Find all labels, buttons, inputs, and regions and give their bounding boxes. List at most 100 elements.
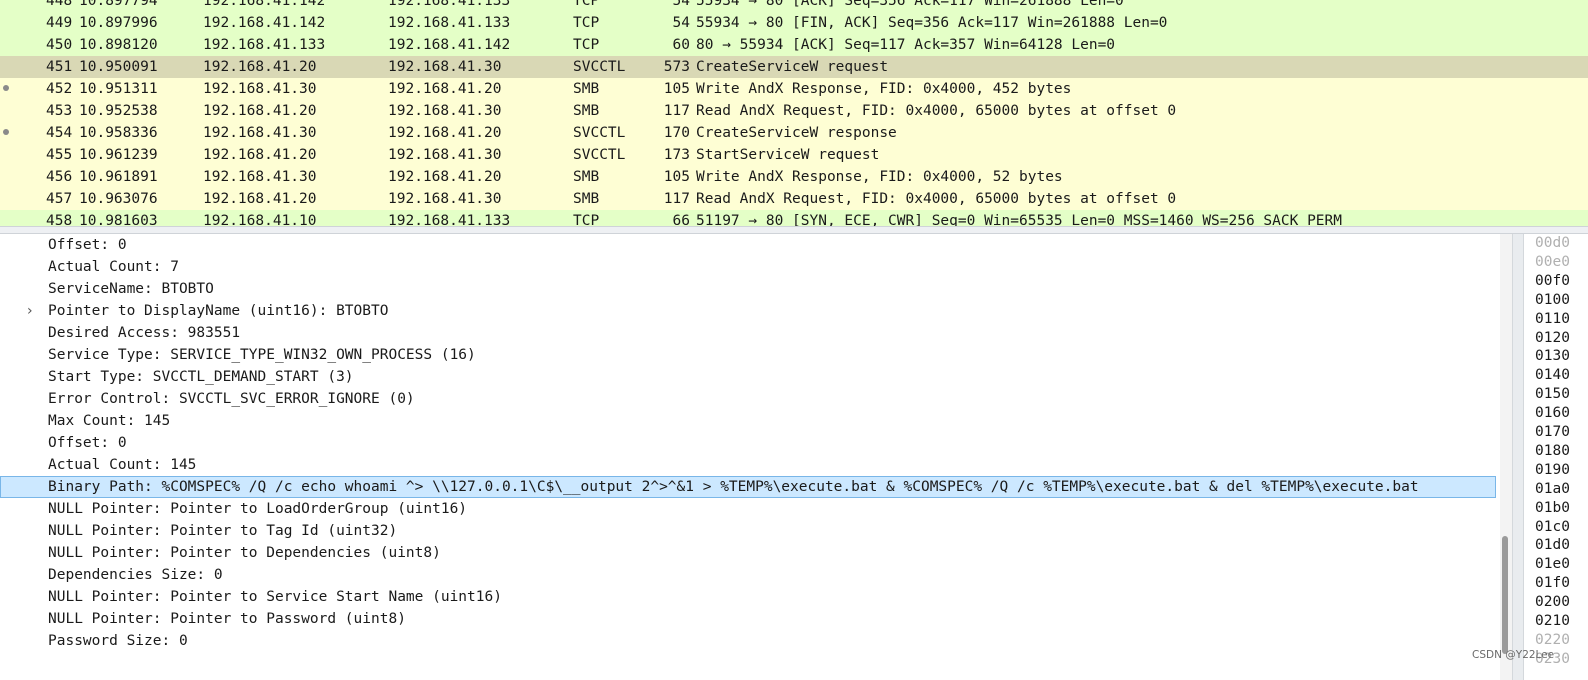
packet-source: 192.168.41.20 — [203, 59, 317, 75]
packet-length: 573 — [663, 59, 690, 75]
detail-field-text: NULL Pointer: Pointer to LoadOrderGroup … — [48, 501, 468, 517]
packet-row[interactable]: 451 10.950091 192.168.41.20 192.168.41.30 SV… — [0, 56, 1588, 78]
packet-destination: 192.168.41.133 — [388, 15, 511, 31]
detail-row[interactable]: Offset: 0 — [0, 234, 1496, 256]
expand-arrow-icon[interactable]: › — [27, 300, 33, 322]
packet-source: 192.168.41.142 — [203, 0, 326, 9]
packet-row[interactable]: 453 10.952538 192.168.41.20 192.168.41.30 SM… — [0, 100, 1588, 122]
packet-length: 105 — [663, 169, 690, 185]
packet-destination: 192.168.41.142 — [388, 37, 511, 53]
packet-protocol: SMB — [573, 169, 600, 185]
packet-row[interactable]: 448 10.897794 192.168.41.142 192.168.41.133… — [0, 0, 1588, 12]
packet-info: CreateServiceW response — [696, 125, 897, 141]
detail-field-text: Desired Access: 983551 — [48, 325, 241, 341]
detail-row[interactable]: NULL Pointer: Pointer to Tag Id (uint32) — [0, 520, 1496, 542]
detail-row[interactable]: Error Control: SVCCTL_SVC_ERROR_IGNORE (… — [0, 388, 1496, 410]
packet-row[interactable]: 458 10.981603 192.168.41.10 192.168.41.133 T… — [0, 210, 1588, 226]
packet-length: 117 — [663, 191, 690, 207]
packet-destination: 192.168.41.20 — [388, 81, 502, 97]
detail-field-text: Offset: 0 — [48, 435, 127, 451]
packet-protocol: TCP — [573, 37, 600, 53]
detail-row[interactable]: ServiceName: BTOBTO — [0, 278, 1496, 300]
packet-row[interactable]: 455 10.961239 192.168.41.20 192.168.41.30 SV… — [0, 144, 1588, 166]
packet-length: 54 — [672, 0, 690, 9]
detail-row[interactable]: NULL Pointer: Pointer to Service Start N… — [0, 586, 1496, 608]
packet-row[interactable]: 457 10.963076 192.168.41.20 192.168.41.30 SM… — [0, 188, 1588, 210]
packet-protocol: TCP — [573, 213, 600, 226]
detail-row[interactable]: Actual Count: 7 — [0, 256, 1496, 278]
packet-time: 10.963076 — [79, 191, 158, 207]
packet-row[interactable]: 450 10.898120 192.168.41.133 192.168.41.142… — [0, 34, 1588, 56]
packet-list[interactable]: 448 10.897794 192.168.41.142 192.168.41.133… — [0, 0, 1588, 226]
detail-field-text: NULL Pointer: Pointer to Service Start N… — [48, 589, 502, 605]
detail-field-text: Service Type: SERVICE_TYPE_WIN32_OWN_PRO… — [48, 347, 476, 363]
packet-protocol: SVCCTL — [573, 125, 626, 141]
packet-info: Write AndX Response, FID: 0x4000, 452 by… — [696, 81, 1072, 97]
packet-bytes-pane[interactable]: 00d0 00e0 00f0 0100 0110 0120 0130 0140 0150 0160… — [1524, 234, 1588, 680]
packet-number: 449 — [46, 15, 73, 31]
packet-time: 10.951311 — [79, 81, 158, 97]
pane-splitter[interactable] — [0, 226, 1588, 234]
related-packet-marker — [3, 129, 9, 135]
packet-protocol: SMB — [573, 103, 600, 119]
detail-field-text: Actual Count: 7 — [48, 259, 179, 275]
detail-field-text: Binary Path: %COMSPEC% /Q /c echo whoami… — [48, 479, 1419, 495]
packet-destination: 192.168.41.30 — [388, 103, 502, 119]
packet-source: 192.168.41.20 — [203, 147, 317, 163]
detail-field-text: Dependencies Size: 0 — [48, 567, 223, 583]
packet-info: Read AndX Request, FID: 0x4000, 65000 by… — [696, 191, 1177, 207]
detail-field-text: Error Control: SVCCTL_SVC_ERROR_IGNORE (… — [48, 391, 415, 407]
detail-field-text: NULL Pointer: Pointer to Password (uint8… — [48, 611, 406, 627]
packet-source: 192.168.41.142 — [203, 15, 326, 31]
packet-info: 51197 → 80 [SYN, ECE, CWR] Seq=0 Win=655… — [696, 213, 1343, 226]
packet-info: Write AndX Response, FID: 0x4000, 52 byt… — [696, 169, 1063, 185]
packet-number: 453 — [46, 103, 73, 119]
packet-protocol: TCP — [573, 0, 600, 9]
packet-info: 55934 → 80 [FIN, ACK] Seq=356 Ack=117 Wi… — [696, 15, 1168, 31]
packet-info: 80 → 55934 [ACK] Seq=117 Ack=357 Win=641… — [696, 37, 1116, 53]
packet-info: Read AndX Request, FID: 0x4000, 65000 by… — [696, 103, 1177, 119]
packet-details-tree[interactable]: Offset: 0 Actual Count: 7 ServiceName: BTO… — [0, 234, 1500, 680]
details-scrollbar-thumb[interactable] — [1502, 536, 1508, 654]
packet-number: 452 — [46, 81, 73, 97]
detail-row[interactable]: Start Type: SVCCTL_DEMAND_START (3) — [0, 366, 1496, 388]
packet-length: 105 — [663, 81, 690, 97]
detail-row[interactable]: Max Count: 145 — [0, 410, 1496, 432]
detail-row[interactable]: Actual Count: 145 — [0, 454, 1496, 476]
packet-length: 60 — [672, 37, 690, 53]
packet-row[interactable]: 452 10.951311 192.168.41.30 192.168.41.20 SM… — [0, 78, 1588, 100]
packet-length: 66 — [672, 213, 690, 226]
packet-time: 10.898120 — [79, 37, 158, 53]
detail-row[interactable]: NULL Pointer: Pointer to Password (uint8… — [0, 608, 1496, 630]
detail-row[interactable]: › Pointer to DisplayName (uint16): BTOBTO — [0, 300, 1496, 322]
details-scrollbar[interactable] — [1500, 234, 1512, 680]
packet-row[interactable]: 454 10.958336 192.168.41.30 192.168.41.20 SV… — [0, 122, 1588, 144]
packet-number: 455 — [46, 147, 73, 163]
packet-protocol: TCP — [573, 15, 600, 31]
detail-row[interactable]: Desired Access: 983551 — [0, 322, 1496, 344]
packet-number: 458 — [46, 213, 73, 226]
packet-destination: 192.168.41.20 — [388, 125, 502, 141]
packet-time: 10.961239 — [79, 147, 158, 163]
detail-row[interactable]: Offset: 0 — [0, 432, 1496, 454]
detail-field-text: Offset: 0 — [48, 237, 127, 253]
detail-row[interactable]: NULL Pointer: Pointer to Dependencies (u… — [0, 542, 1496, 564]
detail-row[interactable]: Service Type: SERVICE_TYPE_WIN32_OWN_PRO… — [0, 344, 1496, 366]
detail-row-selected[interactable]: Binary Path: %COMSPEC% /Q /c echo whoami… — [0, 476, 1496, 498]
detail-row[interactable]: Password Size: 0 — [0, 630, 1496, 652]
pane-splitter-vertical[interactable] — [1512, 234, 1524, 680]
detail-row[interactable]: Dependencies Size: 0 — [0, 564, 1496, 586]
detail-row[interactable]: NULL Pointer: Pointer to LoadOrderGroup … — [0, 498, 1496, 520]
packet-length: 173 — [663, 147, 690, 163]
watermark: CSDN @Y22Lee — [1472, 649, 1555, 661]
detail-field-text: NULL Pointer: Pointer to Dependencies (u… — [48, 545, 441, 561]
packet-destination: 192.168.41.30 — [388, 59, 502, 75]
packet-row[interactable]: 456 10.961891 192.168.41.30 192.168.41.20 SM… — [0, 166, 1588, 188]
packet-time: 10.897794 — [79, 0, 158, 9]
packet-protocol: SVCCTL — [573, 147, 626, 163]
packet-time: 10.952538 — [79, 103, 158, 119]
packet-info: CreateServiceW request — [696, 59, 889, 75]
packet-destination: 192.168.41.133 — [388, 0, 511, 9]
packet-row[interactable]: 449 10.897996 192.168.41.142 192.168.41.133… — [0, 12, 1588, 34]
packet-source: 192.168.41.133 — [203, 37, 326, 53]
